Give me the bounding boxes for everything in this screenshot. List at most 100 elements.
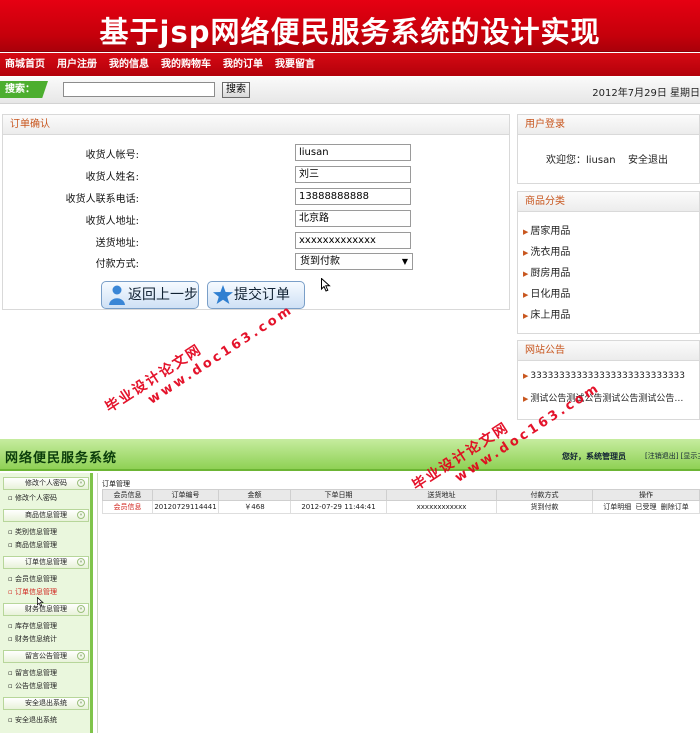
delete-order-link[interactable]: 删除订单	[661, 503, 689, 511]
section-goods[interactable]: 商品信息管理 «	[3, 509, 89, 522]
site-banner: 基于jsp网络便民服务系统的设计实现	[0, 0, 700, 52]
menu-notice-manage[interactable]: ▫ 公告信息管理	[8, 681, 57, 691]
bullet-icon: ▶	[523, 312, 529, 320]
delivery-address-input[interactable]: xxxxxxxxxxxxx	[295, 232, 411, 249]
menu-goods-manage[interactable]: ▫ 商品信息管理	[8, 540, 57, 550]
welcome-text: 欢迎您：liusan	[546, 155, 616, 166]
date-display: 2012年7月29日 星期日	[592, 88, 700, 99]
admin-panel: 网络便民服务系统 您好，系统管理员 [注销退出] [显示主 修改个人密码 « ▫ …	[0, 439, 700, 733]
operations-cell: 订单明细 已受理 删除订单	[592, 500, 700, 514]
phone-input[interactable]: 13888888888	[295, 188, 411, 205]
nav-message[interactable]: 我要留言	[270, 53, 322, 76]
address-input[interactable]: 北京路	[295, 210, 411, 227]
category-label: 居家用品	[530, 226, 571, 237]
category-item[interactable]: ▶ 厨房用品	[523, 264, 570, 279]
section-password[interactable]: 修改个人密码 «	[3, 477, 89, 490]
order-confirm-title: 订单确认	[3, 115, 509, 135]
order-detail-link[interactable]: 订单明细	[603, 503, 631, 511]
menu-label: 公告信息管理	[14, 682, 57, 690]
field-phone: 收货人联系电话: 13888888888	[3, 187, 511, 207]
order-confirm-panel: 订单确认 收货人帐号: liusan 收货人姓名: 刘三 收货人联系电话: 13…	[2, 114, 510, 310]
menu-label: 订单信息管理	[14, 588, 57, 596]
field-payment: 付款方式: 货到付款 ▼	[3, 252, 511, 272]
notice-label: 333333333333333333333333333	[530, 371, 685, 381]
field-address: 收货人地址: 北京路	[3, 209, 511, 229]
menu-label: 财务信息统计	[14, 635, 57, 643]
watermark-url: www.doc163.com	[145, 302, 297, 408]
account-input[interactable]: liusan	[295, 144, 411, 161]
nav-home[interactable]: 商城首页	[0, 53, 52, 76]
login-panel: 用户登录 欢迎您：liusan 安全退出	[517, 114, 700, 184]
bullet-icon: ▶	[523, 291, 529, 299]
back-button[interactable]: 返回上一步	[101, 281, 199, 309]
breadcrumb: 订单管理	[102, 480, 130, 488]
menu-change-password[interactable]: ▫ 修改个人密码	[8, 493, 57, 503]
field-delivery-address: 送货地址: xxxxxxxxxxxxx	[3, 231, 511, 251]
category-label: 日化用品	[530, 289, 571, 300]
search-button[interactable]: 搜索	[222, 82, 250, 98]
order-amount: ￥468	[218, 500, 291, 514]
accepted-link[interactable]: 已受理	[636, 503, 657, 511]
admin-content: 订单管理 会员信息 订单编号 金额 下单日期 送货地址 付款方式 操作 会员信息…	[97, 473, 700, 733]
field-label: 收货人帐号:	[85, 150, 139, 161]
menu-member-manage[interactable]: ▫ 会员信息管理	[8, 574, 57, 584]
menu-order-manage[interactable]: ▫ 订单信息管理	[8, 587, 57, 597]
menu-label: 安全退出系统	[14, 716, 57, 724]
payment-select[interactable]: 货到付款 ▼	[295, 253, 413, 270]
nav-my-info[interactable]: 我的信息	[104, 53, 156, 76]
bullet-icon: ▶	[523, 249, 529, 257]
nav-cart[interactable]: 我的购物车	[156, 53, 218, 76]
chevron-down-icon: ▼	[401, 257, 408, 266]
logout-link[interactable]: 安全退出	[628, 151, 668, 166]
category-title: 商品分类	[518, 192, 699, 212]
menu-finance-stats[interactable]: ▫ 财务信息统计	[8, 634, 57, 644]
collapse-icon: «	[77, 605, 85, 613]
search-label: 搜索：	[0, 81, 48, 98]
section-messages[interactable]: 留言公告管理 «	[3, 650, 89, 663]
menu-label: 修改个人密码	[14, 494, 57, 502]
menu-label: 会员信息管理	[14, 575, 57, 583]
admin-header-links[interactable]: [注销退出] [显示主	[645, 451, 700, 461]
notice-item[interactable]: ▶ 333333333333333333333333333	[523, 371, 685, 381]
search-input[interactable]	[63, 82, 215, 97]
category-item[interactable]: ▶ 洗衣用品	[523, 243, 570, 258]
section-orders[interactable]: 订单信息管理 «	[3, 556, 89, 569]
nav-register[interactable]: 用户注册	[52, 53, 104, 76]
person-icon	[109, 285, 125, 305]
field-label: 付款方式:	[95, 259, 139, 270]
field-account: 收货人帐号: liusan	[3, 143, 511, 163]
collapse-icon: «	[77, 699, 85, 707]
mouse-cursor-icon	[321, 278, 331, 292]
category-item[interactable]: ▶ 日化用品	[523, 285, 570, 300]
order-number: 20120729114441	[152, 500, 219, 514]
bullet-icon: ▶	[523, 372, 529, 380]
bullet-icon: ▶	[523, 270, 529, 278]
collapse-icon: «	[77, 511, 85, 519]
star-icon	[213, 285, 233, 304]
field-label: 收货人联系电话:	[65, 194, 139, 205]
column-header: 操作	[592, 489, 700, 501]
menu-label: 类别信息管理	[14, 528, 57, 536]
category-item[interactable]: ▶ 居家用品	[523, 222, 570, 237]
menu-stock-manage[interactable]: ▫ 库存信息管理	[8, 621, 57, 631]
name-input[interactable]: 刘三	[295, 166, 411, 183]
collapse-icon: «	[77, 652, 85, 660]
admin-greeting: 您好，系统管理员	[562, 452, 626, 461]
menu-message-manage[interactable]: ▫ 留言信息管理	[8, 668, 57, 678]
table-header-row: 会员信息 订单编号 金额 下单日期 送货地址 付款方式 操作	[102, 489, 700, 501]
mouse-cursor-icon	[37, 597, 44, 607]
section-logout[interactable]: 安全退出系统 «	[3, 697, 89, 710]
section-title: 安全退出系统	[25, 699, 67, 707]
admin-header: 网络便民服务系统 您好，系统管理员 [注销退出] [显示主	[0, 439, 700, 471]
member-info-link[interactable]: 会员信息	[114, 503, 142, 511]
payment-value: 货到付款	[300, 256, 340, 267]
category-item[interactable]: ▶ 床上用品	[523, 306, 570, 321]
main-nav: 商城首页 用户注册 我的信息 我的购物车 我的订单 我要留言	[0, 53, 700, 76]
menu-category-manage[interactable]: ▫ 类别信息管理	[8, 527, 57, 537]
menu-logout[interactable]: ▫ 安全退出系统	[8, 715, 57, 725]
column-header: 下单日期	[290, 489, 387, 501]
delivery-address: xxxxxxxxxxxx	[386, 500, 497, 514]
nav-my-orders[interactable]: 我的订单	[218, 53, 270, 76]
menu-label: 商品信息管理	[14, 541, 57, 549]
section-finance[interactable]: 财务信息管理 «	[3, 603, 89, 616]
